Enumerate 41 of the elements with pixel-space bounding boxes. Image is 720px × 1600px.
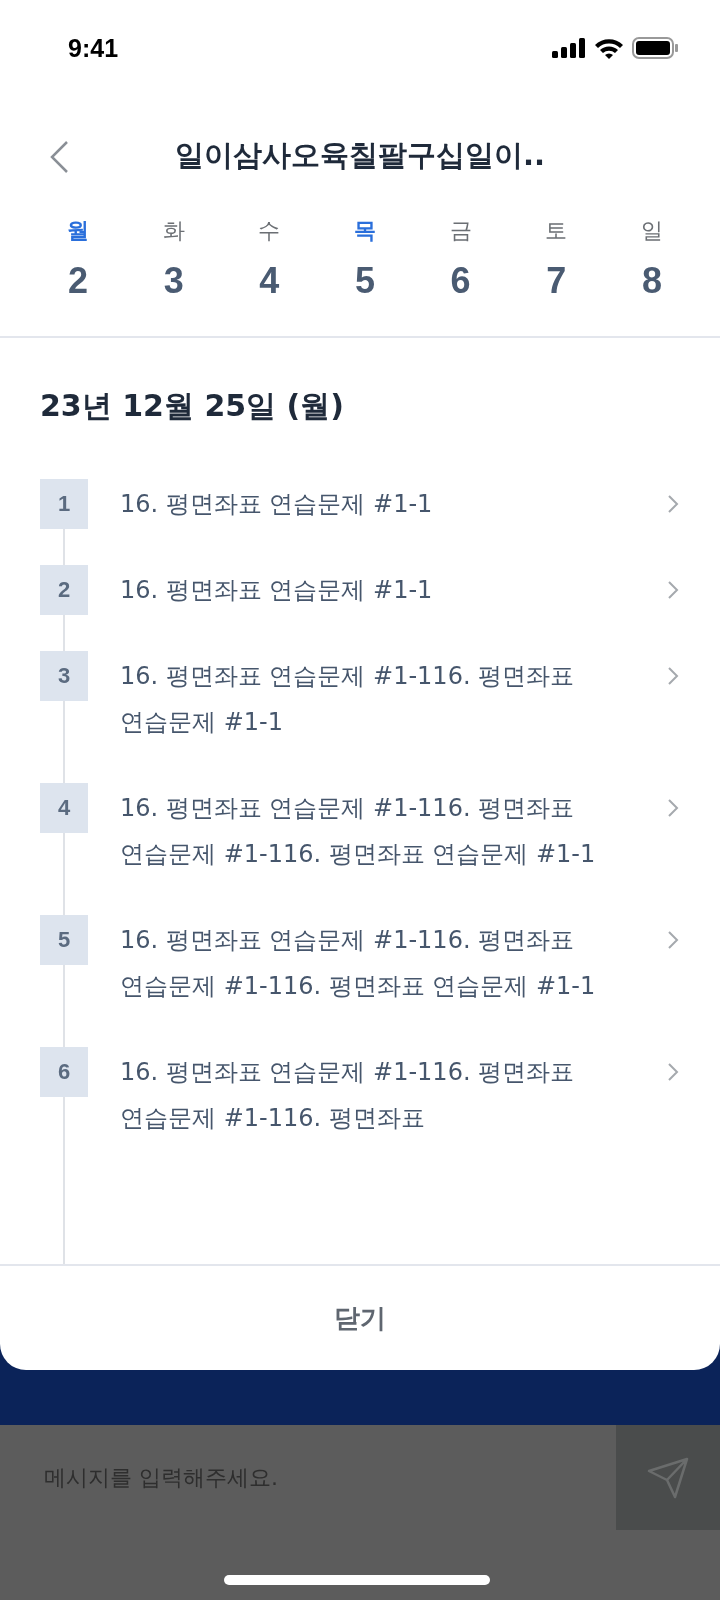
weekday-label: 화: [162, 217, 185, 245]
battery-icon: [632, 37, 678, 59]
date-number[interactable]: 4: [259, 260, 280, 302]
lesson-title[interactable]: 16. 평면좌표 연습문제 #1-1: [120, 567, 666, 651]
lesson-title[interactable]: 16. 평면좌표 연습문제 #1-116. 평면좌표 연습문제 #1-1: [120, 653, 666, 783]
lesson-number: 1: [40, 479, 88, 529]
chevron-right-icon: [666, 797, 680, 819]
lesson-title[interactable]: 16. 평면좌표 연습문제 #1-116. 평면좌표 연습문제 #1-116. 평면좌표: [120, 1049, 666, 1179]
lesson-number: 3: [40, 651, 88, 701]
chevron-right-icon: [666, 1061, 680, 1083]
lesson-number: 2: [40, 565, 88, 615]
weekday-label: 목: [353, 217, 376, 245]
lesson-title[interactable]: 16. 평면좌표 연습문제 #1-116. 평면좌표 연습문제 #1-116. 평면좌표 연습문제 #1-1: [120, 917, 666, 1047]
date-number[interactable]: 6: [450, 260, 471, 302]
lesson-number: 4: [40, 783, 88, 833]
weekday-label: 일: [640, 217, 663, 245]
lesson-title[interactable]: 16. 평면좌표 연습문제 #1-116. 평면좌표 연습문제 #1-116. 평면좌표 연습문제 #1-1: [120, 785, 666, 915]
date-number[interactable]: 3: [163, 260, 184, 302]
signal-icon: [552, 38, 586, 58]
chevron-right-icon: [666, 579, 680, 601]
weekday-label: 수: [258, 217, 281, 245]
lesson-number: 6: [40, 1047, 88, 1097]
weekday-label: 토: [545, 217, 568, 245]
weekday-label: 금: [449, 217, 472, 245]
date-heading: 23년 12월 25일 (월): [39, 387, 345, 425]
lesson-number: 5: [40, 915, 88, 965]
wifi-icon: [594, 37, 624, 59]
page-title: 일이삼사오육칠팔구십일이..: [174, 137, 545, 174]
status-time: 9:41: [68, 33, 119, 63]
chevron-right-icon: [666, 929, 680, 951]
date-number[interactable]: 7: [546, 260, 567, 302]
date-number[interactable]: 8: [641, 260, 662, 302]
lesson-title[interactable]: 16. 평면좌표 연습문제 #1-1: [120, 481, 666, 565]
weekday-label: 월: [67, 217, 89, 245]
back-icon[interactable]: [48, 140, 70, 174]
chevron-right-icon: [666, 665, 680, 687]
date-number[interactable]: 5: [354, 260, 375, 302]
send-button[interactable]: [616, 1425, 720, 1530]
chevron-right-icon: [666, 493, 680, 515]
close-button[interactable]: 닫기: [304, 1290, 416, 1346]
date-number[interactable]: 2: [68, 260, 88, 302]
